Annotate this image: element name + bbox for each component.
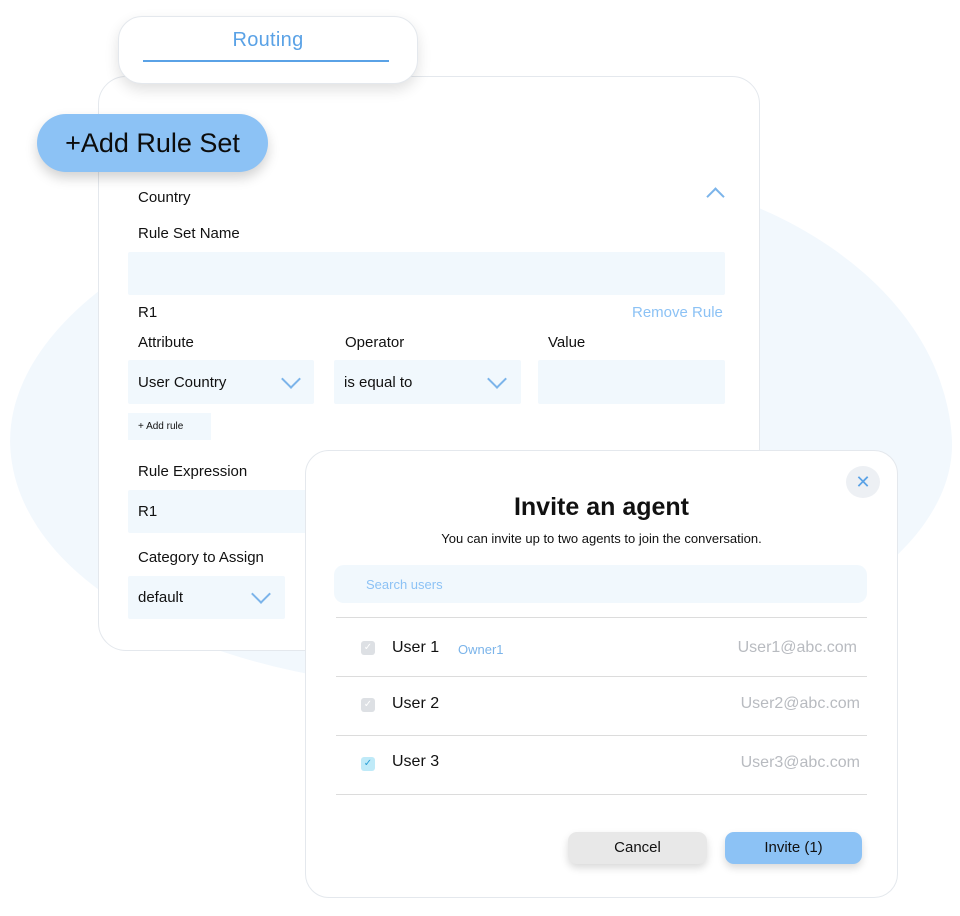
operator-label: Operator (345, 334, 405, 351)
chevron-down-icon (487, 369, 507, 389)
invite-button[interactable]: Invite (1) (725, 832, 862, 864)
cancel-button[interactable]: Cancel (568, 832, 707, 864)
user-1-checkbox[interactable]: ✓ (361, 641, 375, 655)
add-rule-button[interactable]: + Add rule (128, 413, 211, 440)
attribute-select-value: User Country (138, 373, 227, 391)
rule-expression-label: Rule Expression (138, 463, 248, 480)
rule-id: R1 (138, 304, 158, 321)
user-2-email: User2@abc.com (740, 695, 860, 712)
user-3-name: User 3 (392, 753, 440, 770)
rule-expression-value: R1 (138, 503, 158, 520)
divider (336, 617, 867, 618)
operator-select-value: is equal to (344, 373, 413, 391)
user-1-badge: Owner1 (458, 642, 504, 657)
divider (336, 794, 867, 795)
value-label: Value (548, 334, 586, 351)
chevron-down-icon (281, 369, 301, 389)
tab-routing-label: Routing (232, 29, 304, 51)
invite-agent-modal: ✕ Invite an agent You can invite up to t… (305, 450, 898, 898)
chevron-down-icon (251, 584, 271, 604)
user-1-email: User1@abc.com (737, 639, 857, 656)
modal-title: Invite an agent (513, 493, 690, 521)
operator-select[interactable]: is equal to (334, 360, 521, 404)
rule-set-name-field[interactable] (128, 252, 725, 295)
divider (336, 735, 867, 736)
category-label: Category to Assign (138, 549, 264, 566)
user-3-email: User3@abc.com (740, 754, 860, 771)
user-1-name: User 1 (392, 639, 440, 656)
attribute-select[interactable]: User Country (128, 360, 314, 404)
category-select[interactable]: default (128, 576, 285, 619)
user-row-2[interactable]: ✓ User 2 User2@abc.com (336, 678, 867, 736)
user-2-checkbox[interactable]: ✓ (361, 698, 375, 712)
user-row-1[interactable]: ✓ User 1 Owner1 User1@abc.com (336, 619, 867, 677)
rule-expression-field[interactable]: R1 (128, 490, 328, 533)
value-field[interactable] (538, 360, 725, 404)
user-3-checkbox[interactable]: ✓ (361, 757, 375, 771)
search-input[interactable] (334, 565, 867, 603)
tab-active-underline (143, 60, 389, 62)
tab-routing[interactable]: Routing (118, 16, 418, 84)
remove-rule-link[interactable]: Remove Rule (632, 304, 723, 321)
divider (336, 676, 867, 677)
user-2-name: User 2 (392, 695, 440, 712)
attribute-label: Attribute (138, 334, 194, 351)
rule-set-section-label: Country (138, 189, 191, 206)
user-row-3[interactable]: ✓ User 3 User3@abc.com (336, 737, 867, 795)
category-select-value: default (138, 589, 184, 606)
add-rule-set-button[interactable]: +Add Rule Set (37, 114, 268, 172)
modal-subtitle: You can invite up to two agents to join … (441, 531, 762, 546)
rule-set-name-label: Rule Set Name (138, 225, 240, 242)
